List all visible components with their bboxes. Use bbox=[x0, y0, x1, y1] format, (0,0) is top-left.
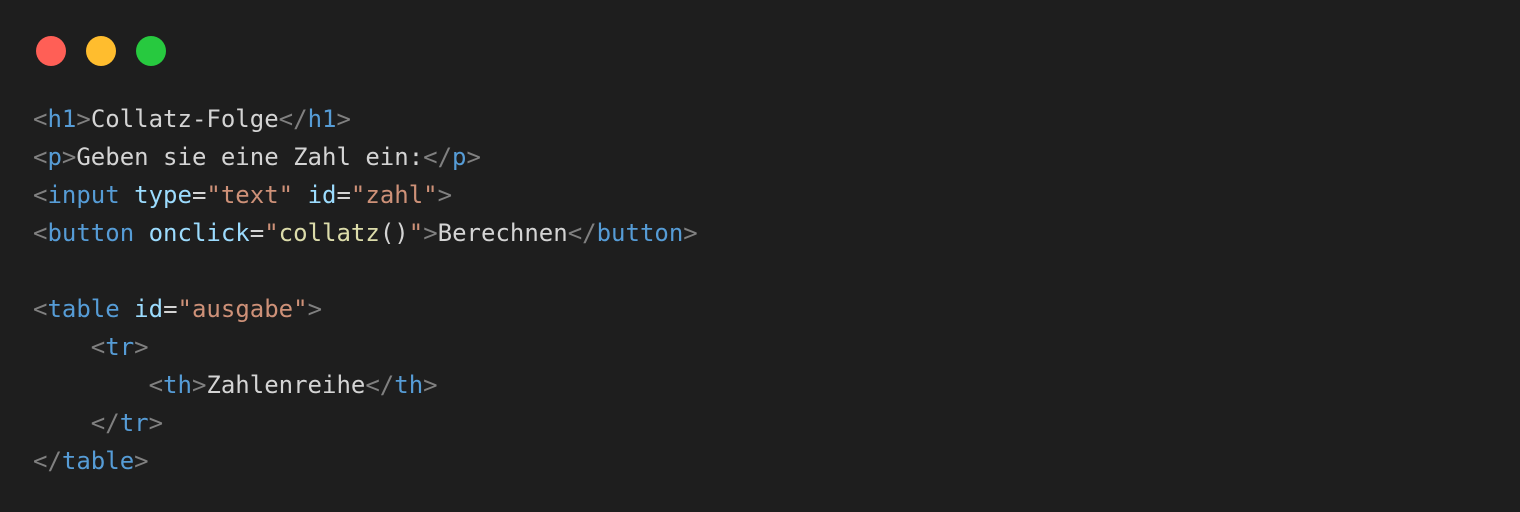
code-token: table bbox=[61, 447, 135, 475]
code-token: > bbox=[336, 105, 351, 133]
code-line: </tr> bbox=[33, 404, 698, 442]
code-token: < bbox=[90, 333, 106, 361]
code-token: </ bbox=[365, 371, 395, 399]
code-token: > bbox=[683, 219, 698, 247]
code-line: <input type="text" id="zahl"> bbox=[33, 176, 698, 214]
code-token: </ bbox=[90, 409, 120, 437]
code-token: = bbox=[191, 181, 207, 209]
code-token: " bbox=[264, 219, 279, 247]
code-block: <h1>Collatz-Folge</h1> <p>Geben sie eine … bbox=[33, 100, 698, 480]
code-token: table bbox=[47, 295, 120, 323]
code-token: "ausgabe" bbox=[177, 295, 308, 323]
code-token: > bbox=[61, 143, 77, 171]
code-token: () bbox=[379, 219, 409, 247]
code-token: </ bbox=[567, 219, 597, 247]
code-token: id bbox=[134, 295, 164, 323]
code-token: > bbox=[423, 371, 438, 399]
code-line: <p>Geben sie eine Zahl ein:</p> bbox=[33, 138, 698, 176]
code-token: </ bbox=[278, 105, 308, 133]
code-token: > bbox=[423, 219, 438, 247]
code-token: Collatz-Folge bbox=[90, 105, 279, 133]
code-token: > bbox=[134, 333, 149, 361]
maximize-dot-icon[interactable] bbox=[136, 36, 166, 66]
code-line: <tr> bbox=[33, 328, 698, 366]
code-token: button bbox=[596, 219, 684, 247]
code-line: <table id="ausgabe"> bbox=[33, 290, 698, 328]
code-token: p bbox=[47, 143, 62, 171]
code-token: > bbox=[437, 181, 453, 209]
code-token: > bbox=[148, 409, 164, 437]
code-token: th bbox=[394, 371, 424, 399]
code-token: h1 bbox=[307, 105, 337, 133]
window-controls bbox=[36, 36, 166, 66]
code-token: h1 bbox=[47, 105, 77, 133]
code-token: > bbox=[76, 105, 91, 133]
code-token: tr bbox=[105, 333, 135, 361]
code-window: <h1>Collatz-Folge</h1> <p>Geben sie eine … bbox=[0, 0, 1520, 512]
code-line: <th>Zahlenreihe</th> bbox=[33, 366, 698, 404]
code-token: > bbox=[466, 143, 481, 171]
code-token: < bbox=[33, 181, 48, 209]
code-token: tr bbox=[119, 409, 149, 437]
code-token: id bbox=[307, 181, 337, 209]
code-token: < bbox=[33, 295, 48, 323]
code-token: > bbox=[134, 447, 149, 475]
code-line: </table> bbox=[33, 442, 698, 480]
code-token: < bbox=[148, 371, 164, 399]
code-token: Berechnen bbox=[437, 219, 568, 247]
code-token: < bbox=[33, 105, 48, 133]
code-token: onclick bbox=[148, 219, 250, 247]
minimize-dot-icon[interactable] bbox=[86, 36, 116, 66]
code-token: " bbox=[408, 219, 424, 247]
code-token: type bbox=[134, 181, 192, 209]
code-line: <h1>Collatz-Folge</h1> bbox=[33, 100, 698, 138]
code-token: = bbox=[249, 219, 265, 247]
close-dot-icon[interactable] bbox=[36, 36, 66, 66]
code-token: </ bbox=[33, 447, 62, 475]
code-token: "text" bbox=[206, 181, 294, 209]
code-token: Geben sie eine Zahl ein: bbox=[76, 143, 424, 171]
code-token: collatz bbox=[278, 219, 380, 247]
code-token: "zahl" bbox=[350, 181, 438, 209]
code-token: button bbox=[47, 219, 135, 247]
code-token: = bbox=[163, 295, 178, 323]
code-token: Zahlenreihe bbox=[206, 371, 366, 399]
code-line: <button onclick="collatz()">Berechnen</b… bbox=[33, 214, 698, 252]
code-token: input bbox=[47, 181, 120, 209]
code-token: > bbox=[307, 295, 323, 323]
code-token: < bbox=[33, 219, 48, 247]
code-token: > bbox=[191, 371, 207, 399]
code-token: </ bbox=[423, 143, 453, 171]
code-token: = bbox=[336, 181, 351, 209]
code-token: p bbox=[452, 143, 467, 171]
code-token: < bbox=[33, 143, 48, 171]
code-token: th bbox=[163, 371, 192, 399]
